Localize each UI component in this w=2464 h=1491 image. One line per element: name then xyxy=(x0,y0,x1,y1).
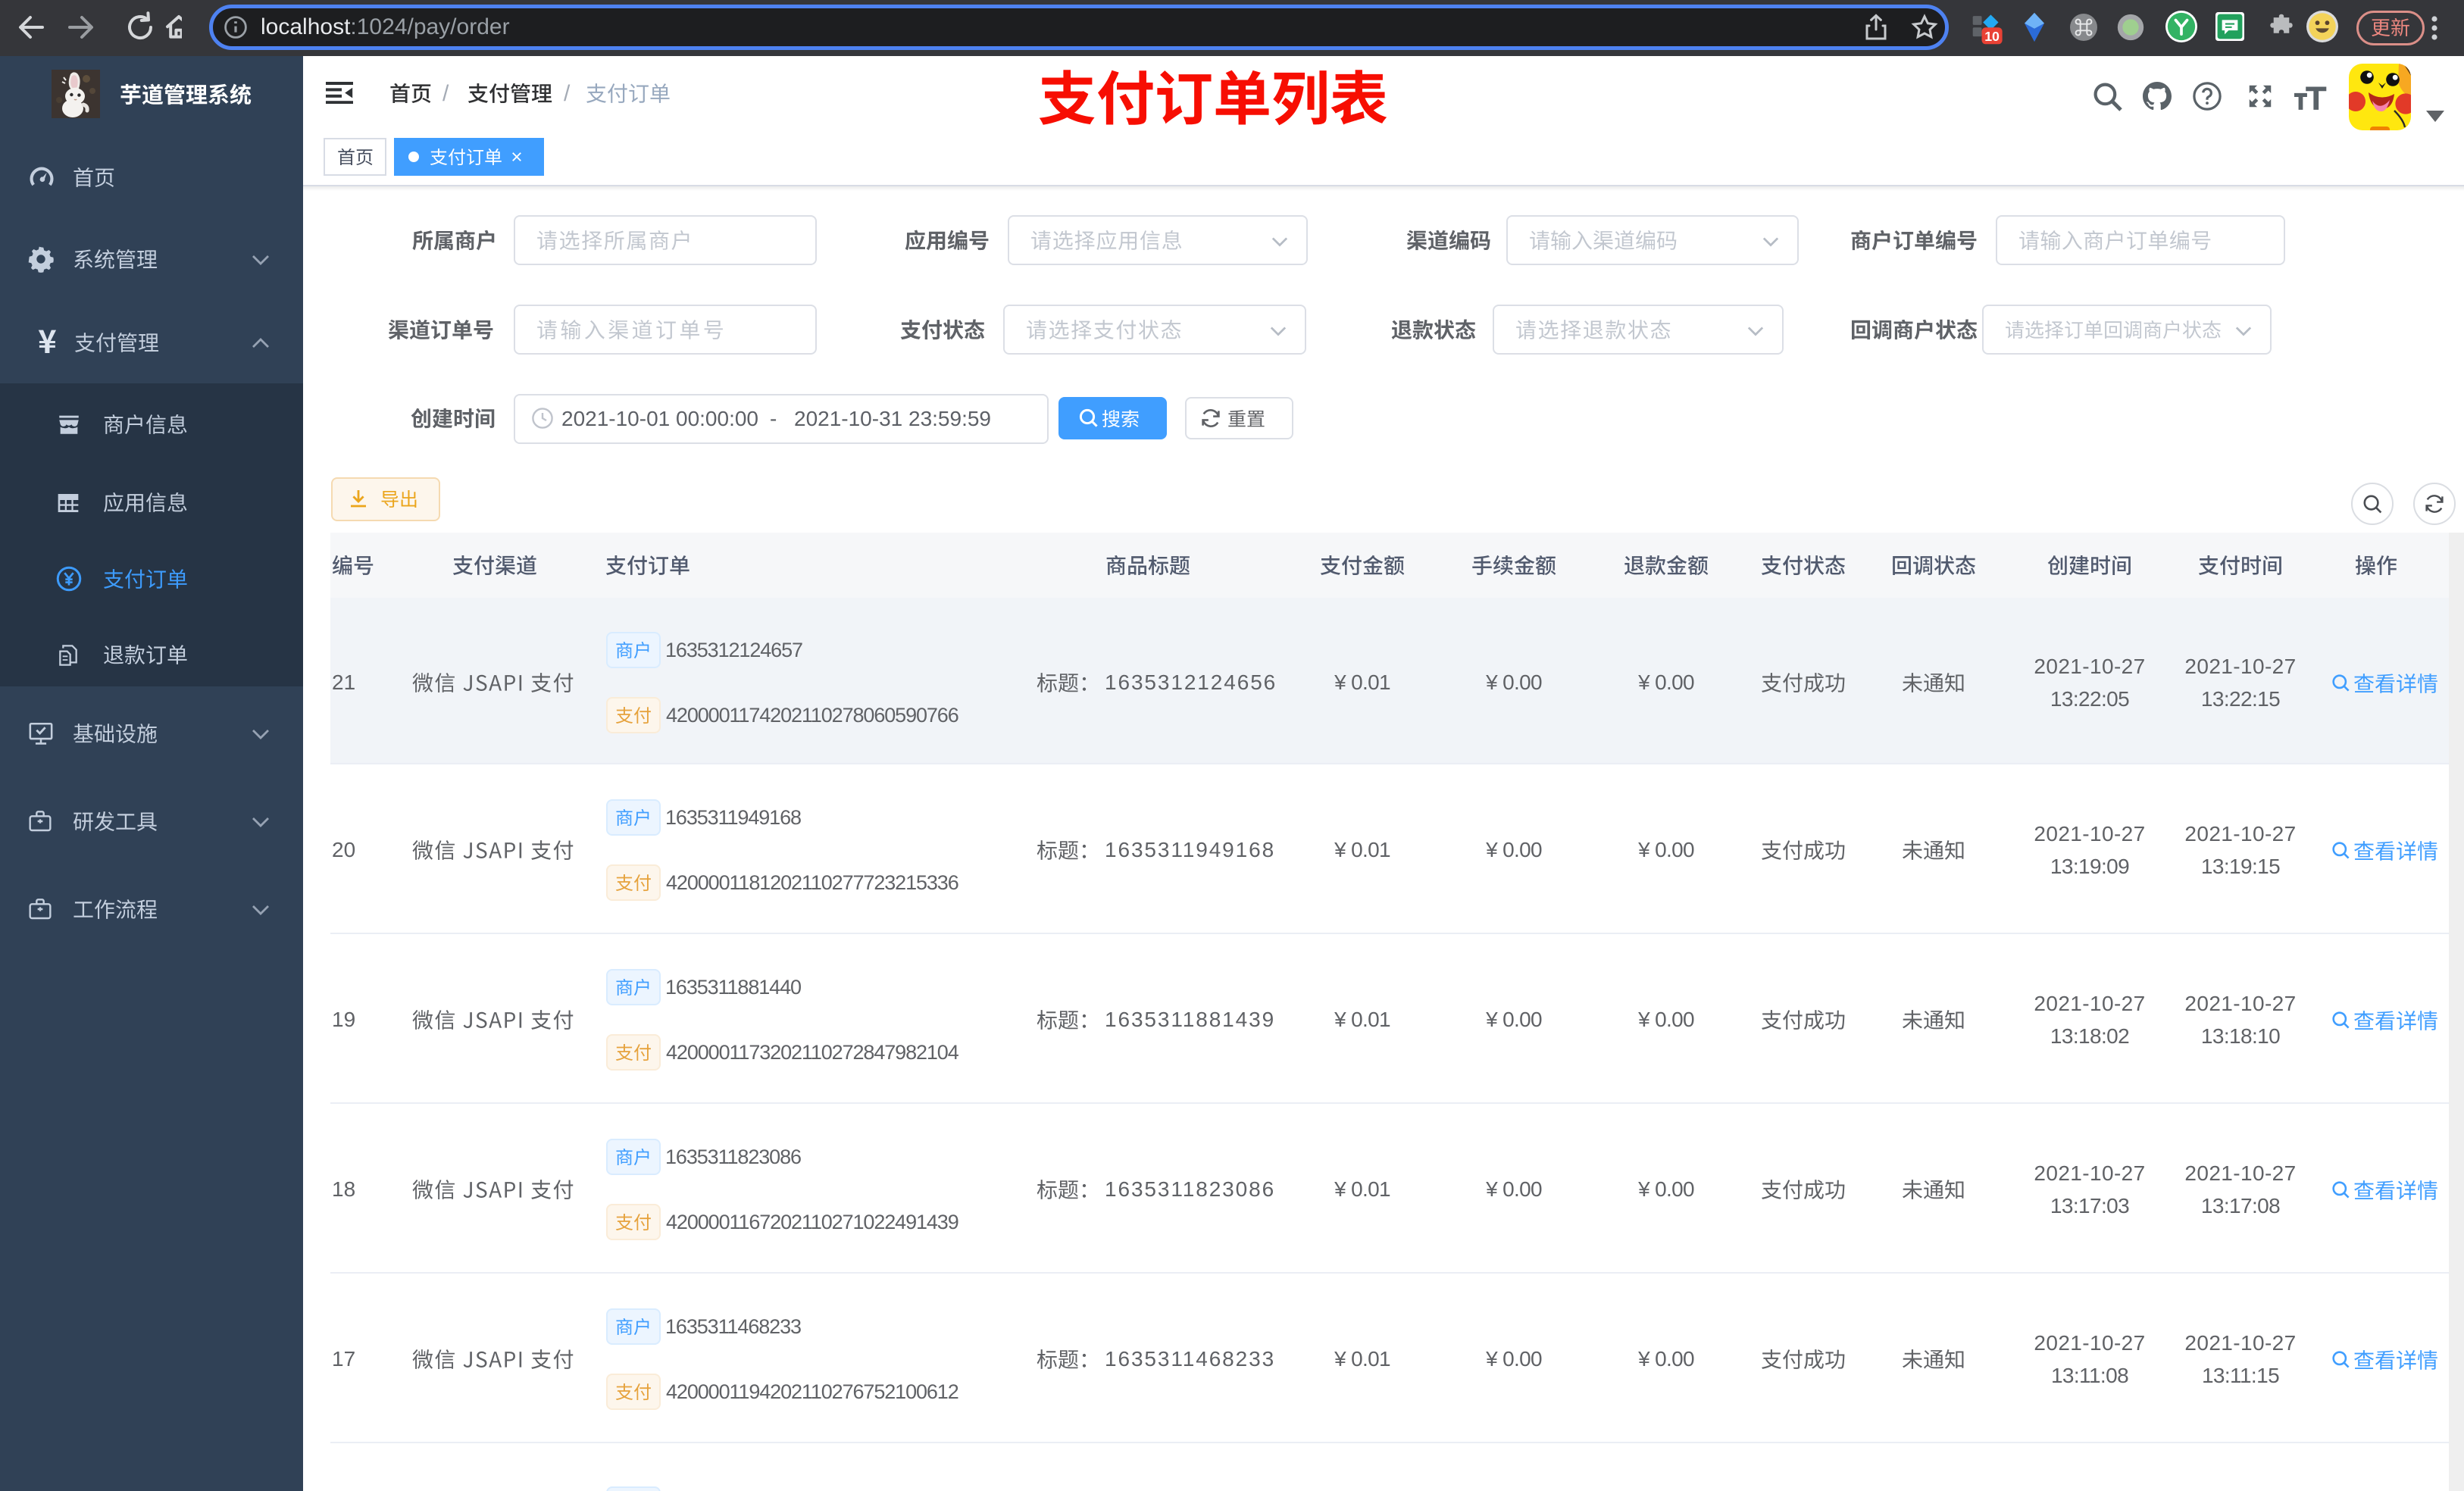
svg-text:10: 10 xyxy=(1984,29,2000,44)
